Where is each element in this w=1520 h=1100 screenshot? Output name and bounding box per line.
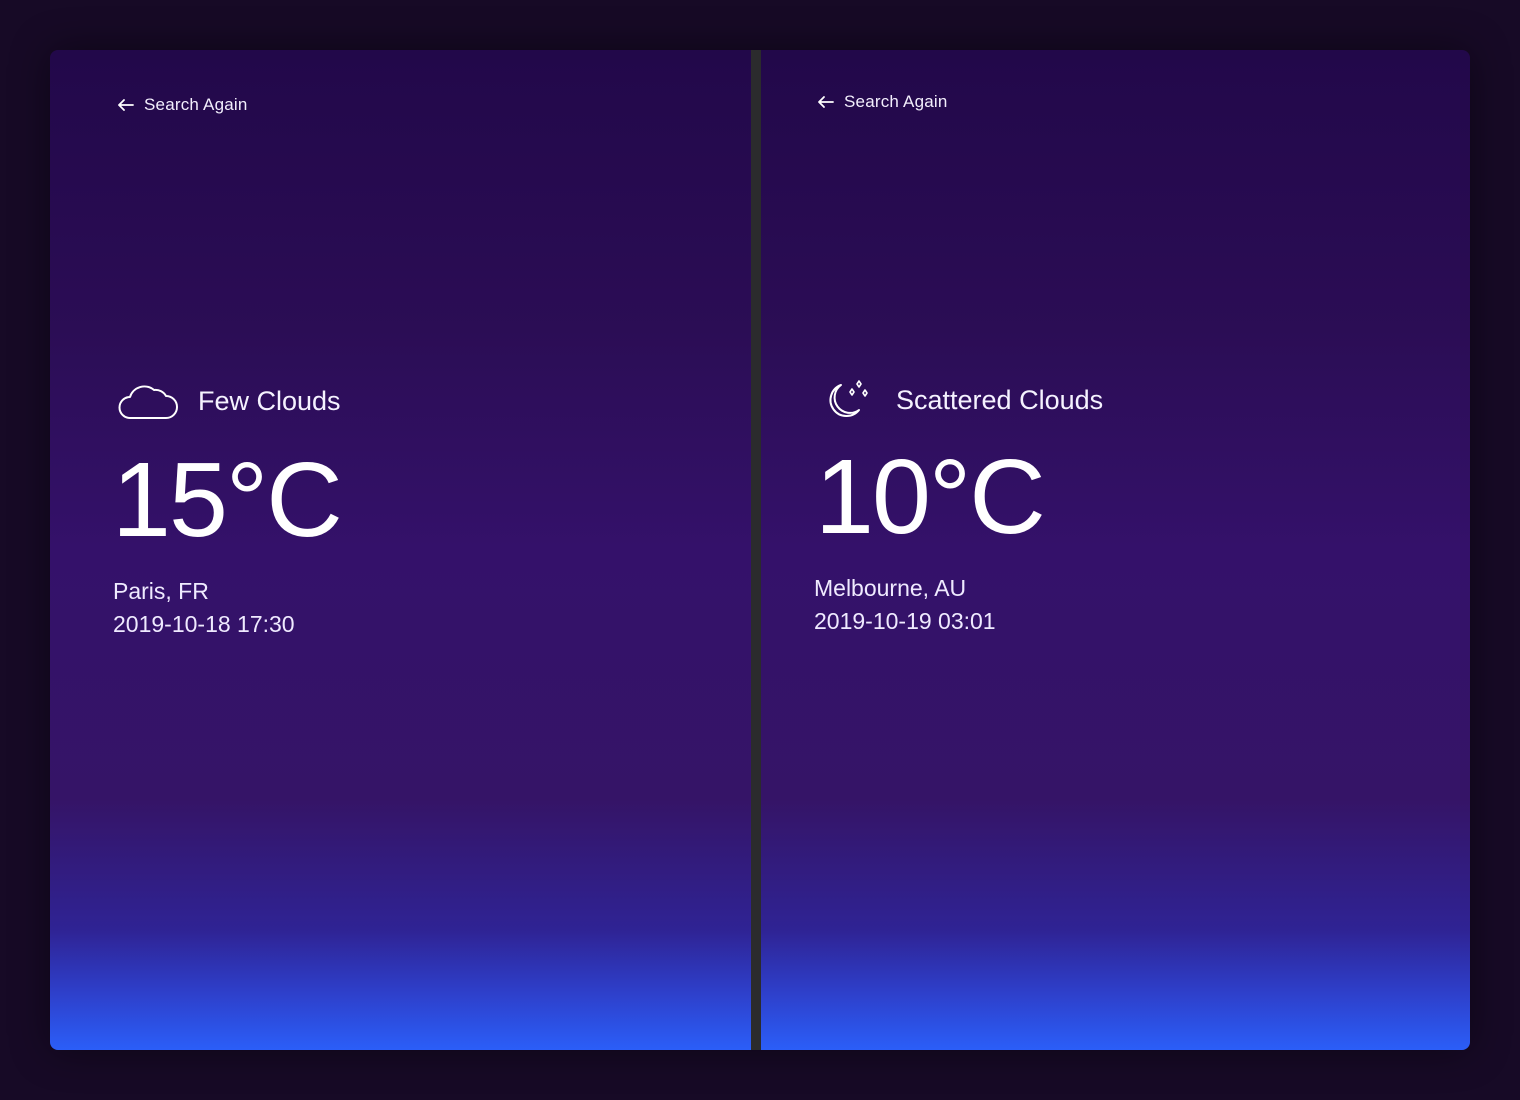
location: Melbourne, AU [814, 575, 967, 601]
datetime: 2019-10-19 03:01 [814, 608, 996, 634]
panel-divider [751, 50, 761, 1050]
condition-label: Few Clouds [198, 385, 341, 416]
weather-condition: Scattered Clouds [821, 377, 1103, 423]
arrow-left-icon [118, 99, 134, 111]
temperature: 15°C [112, 441, 343, 559]
weather-compare-view: Search Again Few Clouds 15°C Paris, FR 2… [50, 50, 1470, 1050]
weather-panel-melbourne: Search Again Scattered Clouds 10°C Melbo… [761, 50, 1470, 1050]
weather-condition: Few Clouds [116, 380, 341, 422]
arrow-left-icon [818, 96, 834, 108]
condition-label: Scattered Clouds [896, 384, 1104, 415]
weather-panel-paris: Search Again Few Clouds 15°C Paris, FR 2… [50, 50, 751, 1050]
search-again-label: Search Again [144, 95, 248, 114]
temperature: 10°C [815, 438, 1046, 556]
datetime: 2019-10-18 17:30 [113, 611, 295, 637]
moon-stars-icon [829, 380, 868, 417]
search-again-link[interactable]: Search Again [117, 95, 248, 115]
location: Paris, FR [113, 578, 209, 604]
search-again-label: Search Again [844, 92, 948, 111]
cloud-icon [118, 385, 178, 419]
search-again-link[interactable]: Search Again [817, 92, 948, 112]
